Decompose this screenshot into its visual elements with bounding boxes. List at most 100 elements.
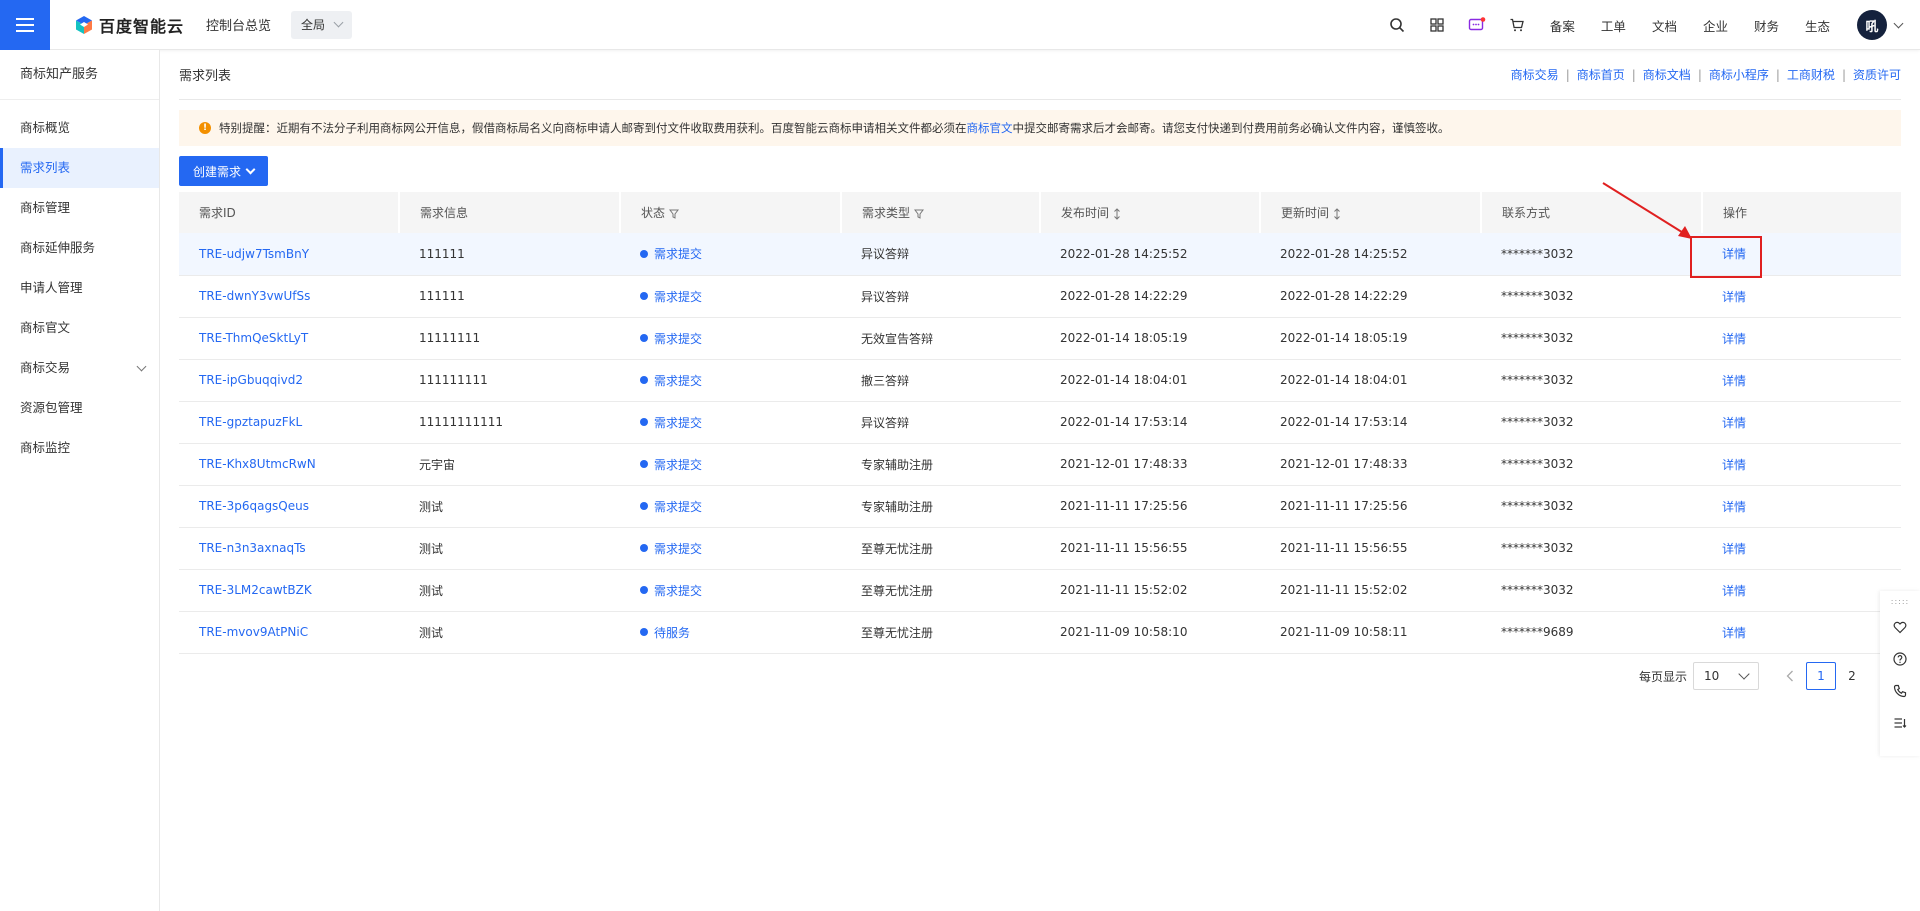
apps-icon[interactable] <box>1417 0 1457 50</box>
cell-type: 至尊无忧注册 <box>861 625 934 640</box>
cell-id[interactable]: TRE-Khx8UtmcRwN <box>199 457 316 471</box>
nav-docs[interactable]: 文档 <box>1639 16 1690 35</box>
notice-link[interactable]: 商标官文 <box>967 120 1013 136</box>
col-header-status[interactable]: 状态 <box>620 192 842 233</box>
status-badge[interactable]: 需求提交 <box>640 288 702 305</box>
sidebar-item-trademark-management[interactable]: 商标管理 <box>0 188 159 228</box>
table-cell: *******3032 <box>1481 527 1702 570</box>
col-header-type[interactable]: 需求类型 <box>841 192 1041 233</box>
quick-link-home[interactable]: 商标首页 <box>1577 66 1625 83</box>
logo[interactable]: 百度智能云 <box>74 13 184 37</box>
cart-icon[interactable] <box>1497 0 1537 50</box>
sidebar-item-applicants[interactable]: 申请人管理 <box>0 268 159 308</box>
cell-id[interactable]: TRE-3p6qagsQeus <box>199 499 309 513</box>
region-select[interactable]: 全局 <box>291 10 353 39</box>
status-badge[interactable]: 需求提交 <box>640 456 702 473</box>
feedback-icon[interactable] <box>1880 707 1920 739</box>
cell-id[interactable]: TRE-gpztapuzFkL <box>199 415 302 429</box>
nav-workorder[interactable]: 工单 <box>1588 16 1639 35</box>
cell-id[interactable]: TRE-dwnY3vwUfSs <box>199 289 310 303</box>
detail-link[interactable]: 详情 <box>1722 290 1746 304</box>
table-cell: TRE-ipGbuqqivd2 <box>179 359 399 402</box>
cell-published: 2022-01-14 18:04:01 <box>1060 373 1188 387</box>
detail-link[interactable]: 详情 <box>1722 584 1746 598</box>
status-badge[interactable]: 需求提交 <box>640 245 702 262</box>
sidebar-item-official-docs[interactable]: 商标官文 <box>0 308 159 348</box>
cell-type: 异议答辩 <box>861 247 910 262</box>
table-row: TRE-Khx8UtmcRwN 元宇宙 需求提交 专家辅助注册 2021-12-01 1… <box>179 443 1901 486</box>
phone-icon[interactable] <box>1880 675 1920 707</box>
page-size-select[interactable]: 10 <box>1693 662 1759 690</box>
detail-link[interactable]: 详情 <box>1722 626 1746 640</box>
divider: | <box>1841 67 1846 82</box>
favorite-icon[interactable] <box>1880 611 1920 643</box>
cell-id[interactable]: TRE-ipGbuqqivd2 <box>199 373 303 387</box>
chevron-down-icon <box>136 361 147 372</box>
detail-link[interactable]: 详情 <box>1722 416 1746 430</box>
sort-icon[interactable] <box>1113 207 1121 220</box>
cell-id[interactable]: TRE-n3n3axnaqTs <box>199 541 306 555</box>
sidebar-item-resource-packs[interactable]: 资源包管理 <box>0 388 159 428</box>
nav-ecosystem[interactable]: 生态 <box>1792 16 1843 35</box>
chevron-down-icon <box>245 164 256 174</box>
filter-icon[interactable] <box>914 209 925 219</box>
filter-icon[interactable] <box>669 209 680 219</box>
chevron-down-icon[interactable] <box>1893 18 1904 28</box>
cell-contact: *******9689 <box>1501 625 1574 639</box>
detail-link[interactable]: 详情 <box>1722 500 1746 514</box>
col-header-updated[interactable]: 更新时间 <box>1260 192 1482 233</box>
detail-link[interactable]: 详情 <box>1722 458 1746 472</box>
prev-page-button[interactable] <box>1775 662 1805 690</box>
nav-enterprise[interactable]: 企业 <box>1690 16 1741 35</box>
status-badge[interactable]: 需求提交 <box>640 582 702 599</box>
status-badge[interactable]: 需求提交 <box>640 372 702 389</box>
cell-updated: 2021-11-11 15:56:55 <box>1280 541 1408 555</box>
avatar[interactable]: 吼 <box>1857 10 1887 40</box>
page-2-button[interactable]: 2 <box>1837 662 1867 690</box>
cell-id[interactable]: TRE-ThmQeSktLyT <box>199 331 308 345</box>
cell-info: 111111 <box>419 246 465 261</box>
status-badge[interactable]: 需求提交 <box>640 414 702 431</box>
cell-published: 2022-01-14 17:53:14 <box>1060 415 1188 429</box>
detail-link[interactable]: 详情 <box>1722 374 1746 388</box>
table-cell: 详情 <box>1702 527 1901 570</box>
cell-id[interactable]: TRE-mvov9AtPNiC <box>199 625 308 639</box>
status-badge[interactable]: 待服务 <box>640 624 690 641</box>
sidebar-item-overview[interactable]: 商标概览 <box>0 108 159 148</box>
quick-link-trading[interactable]: 商标交易 <box>1511 66 1559 83</box>
quick-link-tax[interactable]: 工商财税 <box>1787 66 1835 83</box>
create-requirement-button[interactable]: 创建需求 <box>179 156 268 186</box>
quick-link-miniprogram[interactable]: 商标小程序 <box>1709 66 1769 83</box>
page-1-button[interactable]: 1 <box>1806 662 1836 690</box>
col-header-published[interactable]: 发布时间 <box>1040 192 1261 233</box>
table-body: TRE-udjw7TsmBnY 111111 需求提交 异议答辩 2022-01-28 … <box>179 233 1901 654</box>
sort-icon[interactable] <box>1333 207 1341 220</box>
search-icon[interactable] <box>1377 0 1417 50</box>
nav-beian[interactable]: 备案 <box>1537 16 1588 35</box>
status-badge[interactable]: 需求提交 <box>640 540 702 557</box>
sidebar-item-monitoring[interactable]: 商标监控 <box>0 428 159 468</box>
cell-info: 测试 <box>419 541 444 556</box>
sidebar-item-trading[interactable]: 商标交易 <box>0 348 159 388</box>
status-badge[interactable]: 需求提交 <box>640 498 702 515</box>
sidebar-item-requirements[interactable]: 需求列表 <box>0 148 159 188</box>
cell-id[interactable]: TRE-udjw7TsmBnY <box>199 247 309 261</box>
drag-handle-icon[interactable]: ::::: <box>1891 597 1909 611</box>
quick-link-license[interactable]: 资质许可 <box>1853 66 1901 83</box>
detail-link[interactable]: 详情 <box>1722 332 1746 346</box>
cell-id[interactable]: TRE-3LM2cawtBZK <box>199 583 312 597</box>
message-icon[interactable] <box>1457 0 1497 50</box>
console-overview-link[interactable]: 控制台总览 <box>206 15 271 34</box>
detail-link[interactable]: 详情 <box>1722 542 1746 556</box>
menu-icon[interactable] <box>0 0 50 50</box>
help-icon[interactable] <box>1880 643 1920 675</box>
nav-finance[interactable]: 财务 <box>1741 16 1792 35</box>
quick-link-docs[interactable]: 商标文档 <box>1643 66 1691 83</box>
table-cell: 需求提交 <box>620 317 841 360</box>
sidebar-item-extension-services[interactable]: 商标延伸服务 <box>0 228 159 268</box>
cell-updated: 2021-11-09 10:58:11 <box>1280 625 1408 639</box>
table-row: TRE-dwnY3vwUfSs 111111 需求提交 异议答辩 2022-01-28 … <box>179 275 1901 318</box>
status-text: 待服务 <box>654 625 691 640</box>
status-badge[interactable]: 需求提交 <box>640 330 702 347</box>
table-cell: 需求提交 <box>620 485 841 528</box>
